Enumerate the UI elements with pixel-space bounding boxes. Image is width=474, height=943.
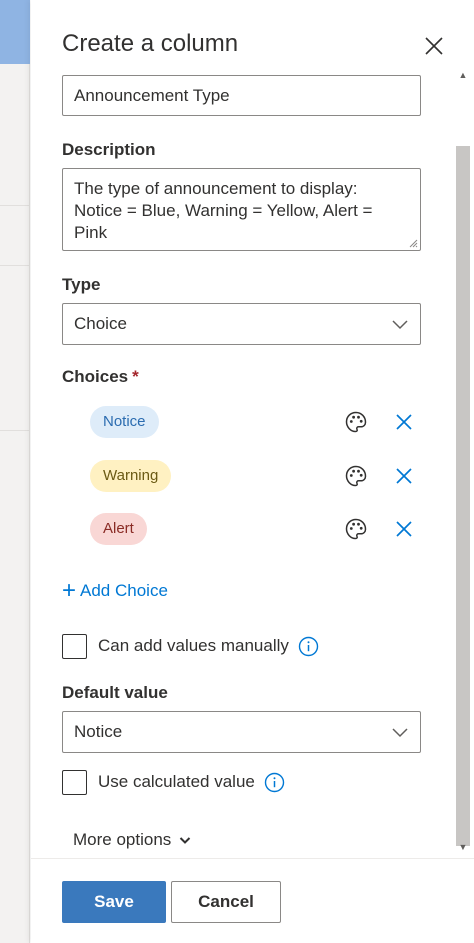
choice-color-button[interactable]: [344, 464, 368, 488]
resize-grip-icon[interactable]: [409, 239, 418, 248]
more-options-toggle[interactable]: More options: [73, 830, 191, 850]
info-icon[interactable]: [264, 772, 285, 793]
info-icon[interactable]: [298, 636, 319, 657]
background-divider: [0, 430, 30, 431]
calculated-value-checkbox-row[interactable]: Use calculated value: [62, 769, 285, 795]
choice-row: Alert: [90, 511, 420, 547]
background-divider: [0, 265, 30, 266]
type-dropdown[interactable]: Choice: [62, 303, 421, 345]
type-dropdown-value: Choice: [74, 314, 127, 333]
palette-icon: [345, 518, 367, 540]
scroll-up-icon[interactable]: ▲: [456, 68, 470, 82]
palette-icon: [345, 411, 367, 433]
add-choice-label: Add Choice: [80, 581, 168, 600]
panel-title: Create a column: [62, 30, 239, 57]
scroll-down-icon[interactable]: ▼: [456, 840, 470, 854]
choice-pill-alert[interactable]: Alert: [90, 513, 147, 545]
choice-pill-notice[interactable]: Notice: [90, 406, 159, 438]
default-value-dropdown[interactable]: Notice: [62, 711, 421, 753]
remove-choice-button[interactable]: [393, 518, 415, 540]
scrollbar-thumb[interactable]: [456, 146, 470, 846]
choice-pill-warning[interactable]: Warning: [90, 460, 172, 492]
description-textarea[interactable]: The type of announcement to display: Not…: [62, 168, 421, 251]
manual-values-checkbox-row[interactable]: Can add values manually: [62, 633, 319, 659]
required-marker: *: [132, 367, 139, 386]
calculated-value-label: Use calculated value: [98, 772, 255, 791]
close-button[interactable]: [422, 34, 446, 58]
choice-color-button[interactable]: [344, 517, 368, 541]
manual-values-checkbox[interactable]: [62, 633, 87, 659]
cancel-button[interactable]: Cancel: [171, 881, 281, 923]
choice-color-button[interactable]: [344, 410, 368, 434]
calculated-value-checkbox[interactable]: [62, 769, 87, 795]
background-page-strip: [0, 0, 30, 943]
default-value-dropdown-value: Notice: [74, 722, 123, 741]
choice-row: Warning: [90, 458, 420, 494]
palette-icon: [345, 465, 367, 487]
chevron-down-icon: [180, 836, 191, 844]
type-label: Type: [62, 275, 101, 294]
close-icon: [425, 37, 443, 55]
choices-label-text: Choices: [62, 367, 129, 386]
column-name-input[interactable]: Announcement Type: [62, 75, 421, 116]
close-icon: [396, 521, 412, 537]
create-column-panel: Create a column ▲ ▼ Announcement Type De…: [31, 0, 474, 943]
save-button[interactable]: Save: [62, 881, 166, 923]
choices-label: Choices *: [62, 367, 139, 387]
more-options-label: More options: [73, 830, 172, 849]
background-accent: [0, 0, 30, 64]
description-label: Description: [62, 140, 156, 159]
plus-icon: +: [62, 577, 77, 604]
choice-row: Notice: [90, 404, 420, 440]
description-text: The type of announcement to display: Not…: [74, 179, 373, 242]
chevron-down-icon: [392, 728, 408, 738]
default-value-label: Default value: [62, 683, 168, 702]
footer-divider: [31, 858, 474, 859]
remove-choice-button[interactable]: [393, 411, 415, 433]
add-choice-button[interactable]: + Add Choice: [62, 578, 168, 604]
chevron-down-icon: [392, 320, 408, 330]
close-icon: [396, 414, 412, 430]
remove-choice-button[interactable]: [393, 465, 415, 487]
background-divider: [0, 205, 30, 206]
manual-values-label: Can add values manually: [98, 636, 289, 655]
panel-scrollbar[interactable]: ▲ ▼: [452, 68, 474, 858]
close-icon: [396, 468, 412, 484]
